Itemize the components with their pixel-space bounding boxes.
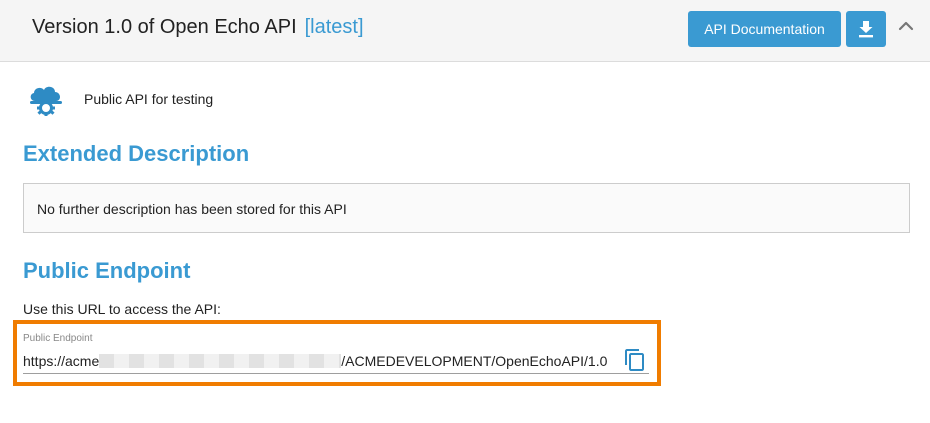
endpoint-url-suffix: /ACMEDEVELOPMENT/OpenEchoAPI/1.0 — [341, 353, 608, 369]
cloud-gear-icon — [30, 86, 62, 116]
extended-description-box: No further description has been stored f… — [23, 183, 910, 233]
chevron-up-icon[interactable] — [896, 16, 916, 36]
endpoint-highlight-frame: Public Endpoint https://acme/ACMEDEVELOP… — [13, 320, 661, 386]
api-header: Version 1.0 of Open Echo API [latest] API… — [0, 0, 930, 62]
endpoint-url[interactable]: https://acme/ACMEDEVELOPMENT/OpenEchoAPI… — [23, 353, 607, 369]
redacted-url-segment — [99, 354, 342, 368]
download-button[interactable] — [846, 11, 886, 47]
endpoint-url-prefix: https://acme — [23, 353, 100, 369]
copy-icon[interactable] — [623, 348, 647, 372]
version-title-text: Version 1.0 of Open Echo API — [32, 16, 297, 38]
extended-description-heading: Extended Description — [23, 141, 250, 166]
api-documentation-button[interactable]: API Documentation — [688, 11, 841, 47]
public-endpoint-heading: Public Endpoint — [23, 258, 191, 283]
api-summary: Public API for testing — [84, 91, 214, 107]
latest-tag[interactable]: [latest] — [305, 16, 364, 38]
endpoint-instructions: Use this URL to access the API: — [23, 301, 221, 317]
download-icon — [859, 21, 873, 38]
extended-description-text: No further description has been stored f… — [37, 201, 347, 217]
public-endpoint-field[interactable]: https://acme/ACMEDEVELOPMENT/OpenEchoAPI… — [23, 348, 649, 374]
api-version-title: Version 1.0 of Open Echo API [latest] — [32, 16, 364, 39]
endpoint-field-label: Public Endpoint — [23, 333, 93, 344]
